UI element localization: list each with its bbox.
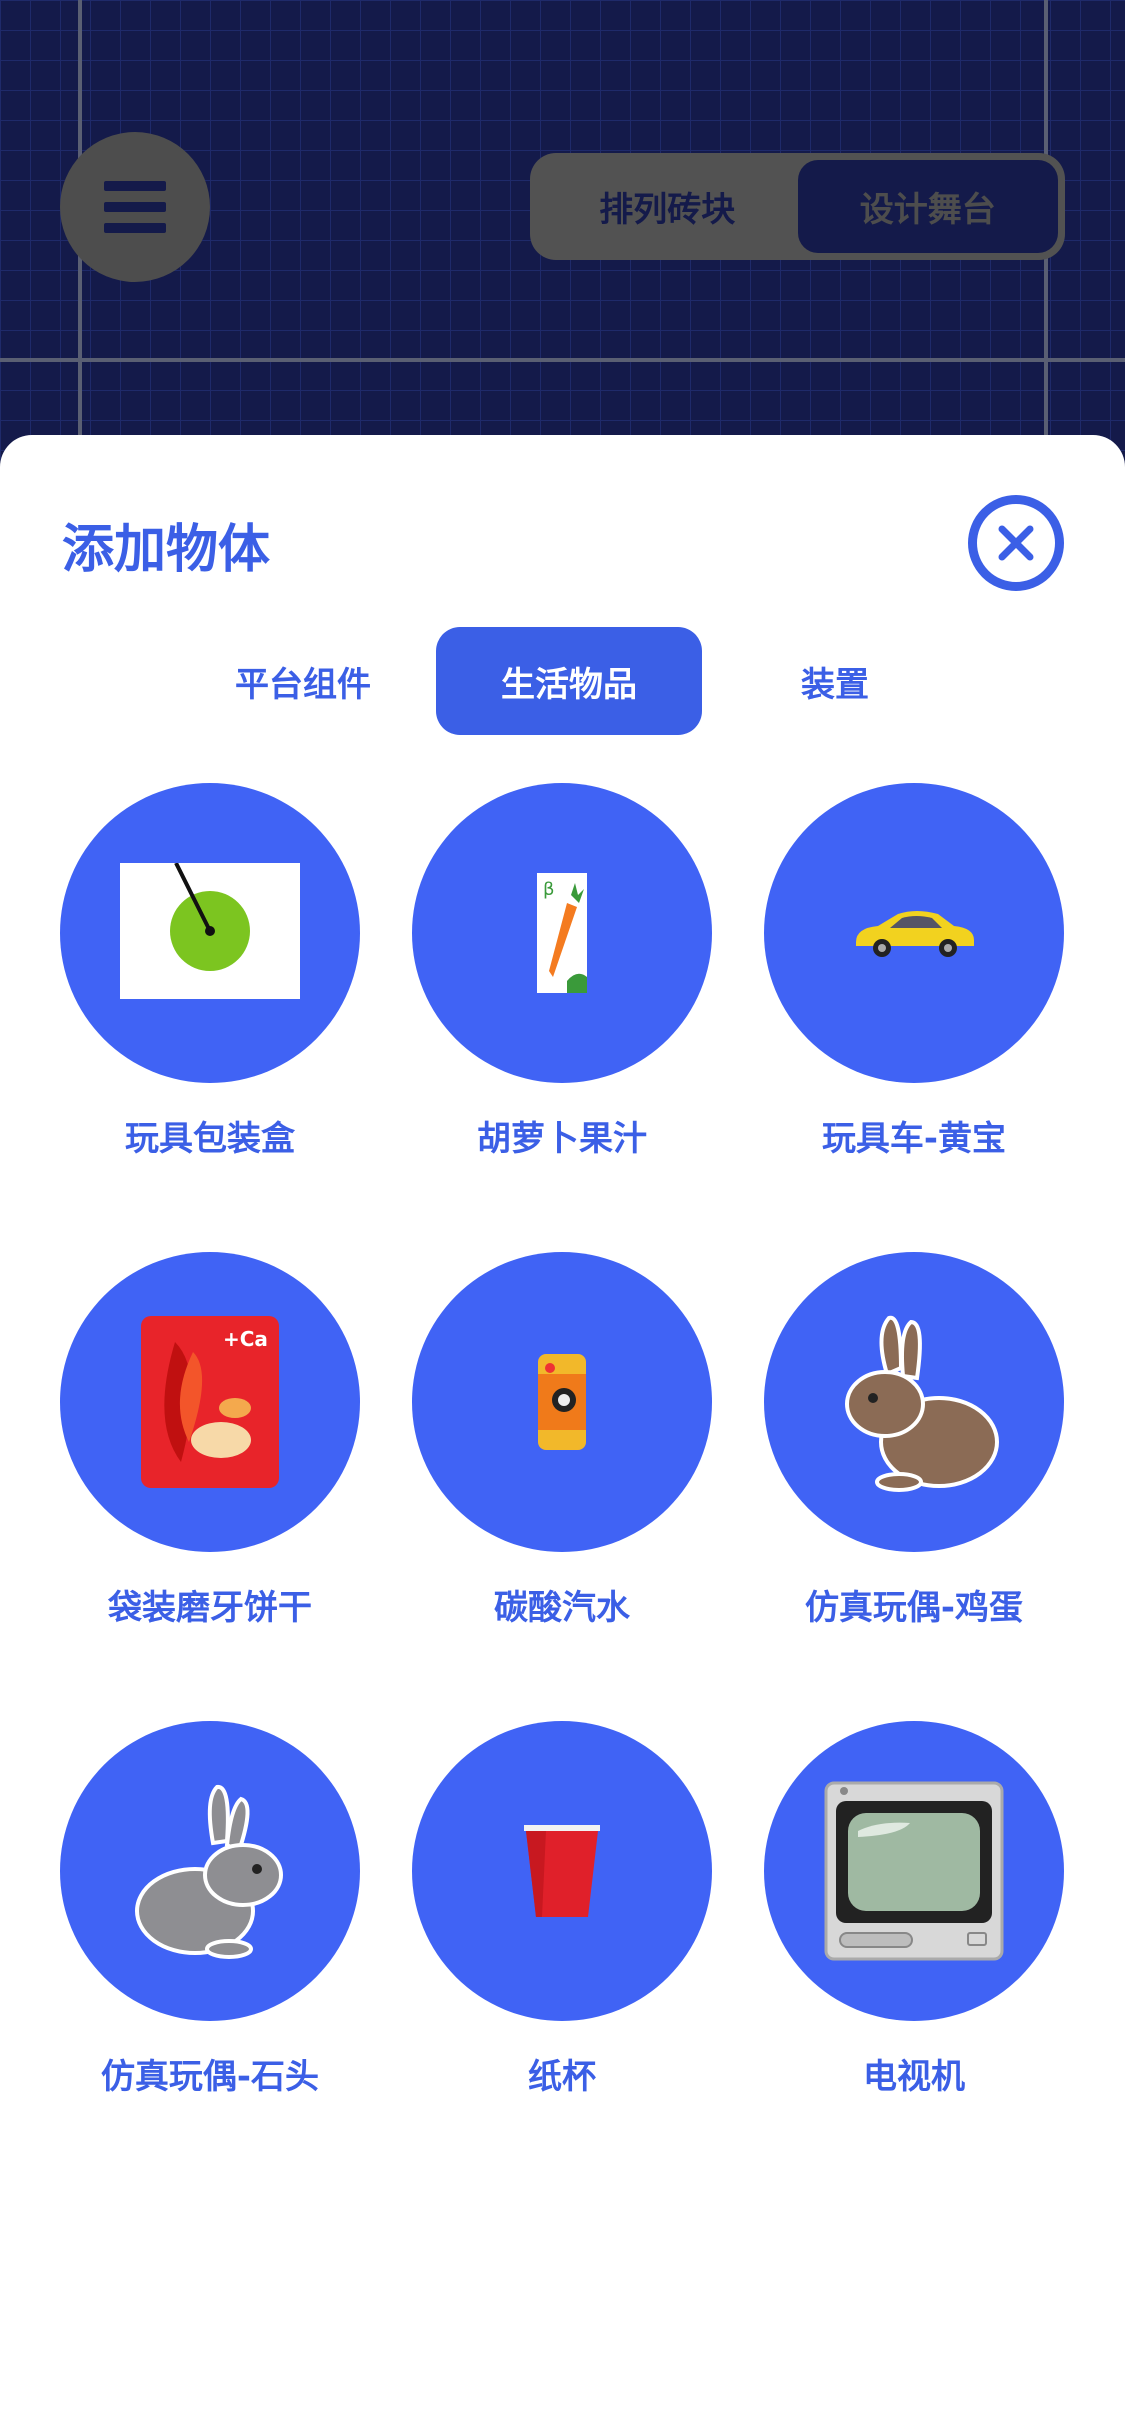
brown-rabbit-icon (845, 1315, 999, 1492)
object-item[interactable]: 碳酸汽水 (412, 1252, 712, 1629)
paper-cup-icon (524, 1825, 600, 1917)
biscuit-bag-icon: +Ca (141, 1316, 279, 1488)
add-object-sheet: 添加物体 平台组件 生活物品 装置 玩具包装盒 β 胡萝卜果汁 玩具车-黄宝 +… (0, 435, 1125, 2436)
item-thumbnail[interactable]: +Ca (60, 1252, 360, 1552)
item-thumbnail[interactable] (412, 1252, 712, 1552)
object-item[interactable]: 仿真玩偶-鸡蛋 (764, 1252, 1064, 1629)
item-label: 碳酸汽水 (494, 1588, 630, 1628)
object-item[interactable]: 纸杯 (412, 1721, 712, 2098)
hamburger-icon (104, 181, 166, 233)
item-label: 仿真玩偶-石头 (100, 2057, 320, 2097)
object-item[interactable]: 玩具车-黄宝 (764, 783, 1064, 1160)
close-icon (998, 525, 1034, 561)
item-label: 仿真玩偶-鸡蛋 (804, 1588, 1024, 1628)
tab-platform-components[interactable]: 平台组件 (170, 627, 436, 735)
object-grid: 玩具包装盒 β 胡萝卜果汁 玩具车-黄宝 +Ca 袋装磨牙饼干 碳酸汽水 仿真玩… (60, 783, 1065, 2098)
item-label: 胡萝卜果汁 (477, 1119, 647, 1159)
object-item[interactable]: 仿真玩偶-石头 (60, 1721, 360, 2098)
item-thumbnail[interactable] (412, 1721, 712, 2021)
tv-icon (824, 1781, 1004, 1961)
item-label: 纸杯 (528, 2057, 596, 2097)
object-item[interactable]: +Ca 袋装磨牙饼干 (60, 1252, 360, 1629)
item-thumbnail[interactable] (764, 1252, 1064, 1552)
item-label: 玩具包装盒 (125, 1119, 295, 1159)
tab-daily-items[interactable]: 生活物品 (436, 627, 702, 735)
item-thumbnail[interactable] (60, 1721, 360, 2021)
menu-button[interactable] (60, 132, 210, 282)
object-item[interactable]: β 胡萝卜果汁 (412, 783, 712, 1160)
yellow-toy-car-icon (856, 911, 974, 957)
toy-box-icon (120, 863, 300, 999)
sheet-title: 添加物体 (62, 520, 271, 580)
item-thumbnail[interactable] (60, 783, 360, 1083)
svg-text:β: β (543, 879, 555, 900)
mode-toggle[interactable]: 排列砖块 设计舞台 (530, 153, 1065, 260)
object-item[interactable]: 电视机 (764, 1721, 1064, 2098)
item-label: 电视机 (863, 2057, 965, 2097)
item-thumbnail[interactable]: β (412, 783, 712, 1083)
mode-arrange-bricks[interactable]: 排列砖块 (537, 160, 798, 253)
grey-rabbit-icon (135, 1785, 283, 1959)
object-item[interactable]: 玩具包装盒 (60, 783, 360, 1160)
close-button[interactable] (968, 495, 1064, 591)
mode-design-stage[interactable]: 设计舞台 (797, 160, 1058, 253)
item-thumbnail[interactable] (764, 783, 1064, 1083)
tab-devices[interactable]: 装置 (702, 627, 968, 735)
svg-text:+Ca: +Ca (223, 1327, 268, 1351)
grid-line (0, 358, 1125, 362)
carrot-juice-icon: β (537, 873, 587, 993)
item-label: 袋装磨牙饼干 (108, 1588, 312, 1628)
soda-can-icon (538, 1354, 586, 1450)
category-tabs: 平台组件 生活物品 装置 (170, 627, 970, 735)
item-thumbnail[interactable] (764, 1721, 1064, 2021)
item-label: 玩具车-黄宝 (821, 1119, 1007, 1159)
